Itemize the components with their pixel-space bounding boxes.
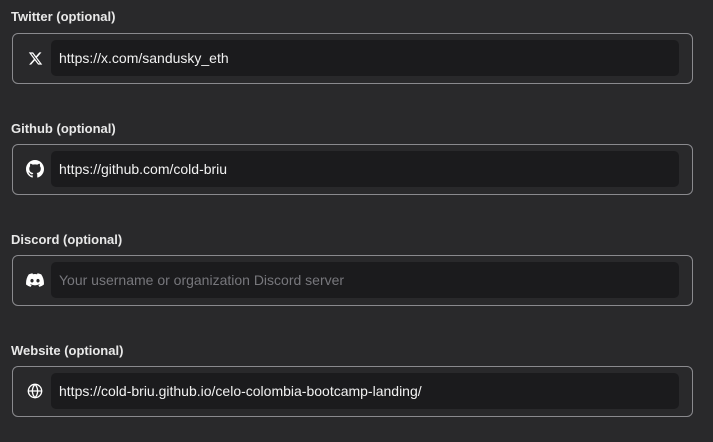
github-logo-icon (26, 160, 44, 178)
website-field-container (12, 366, 693, 417)
github-label: Github (optional) (11, 121, 116, 136)
twitter-input[interactable] (51, 40, 679, 76)
website-label: Website (optional) (11, 343, 124, 358)
github-field-container (12, 144, 693, 195)
x-logo-icon (26, 49, 44, 67)
website-input[interactable] (51, 373, 679, 409)
discord-input[interactable] (51, 262, 679, 298)
github-input[interactable] (51, 151, 679, 187)
social-links-form: Twitter (optional) Github (optional) Dis… (0, 0, 713, 442)
twitter-label: Twitter (optional) (11, 9, 116, 24)
discord-label: Discord (optional) (11, 232, 123, 247)
globe-icon (26, 382, 44, 400)
twitter-field-container (12, 33, 693, 84)
discord-logo-icon (26, 271, 44, 289)
discord-field-container (12, 255, 693, 306)
